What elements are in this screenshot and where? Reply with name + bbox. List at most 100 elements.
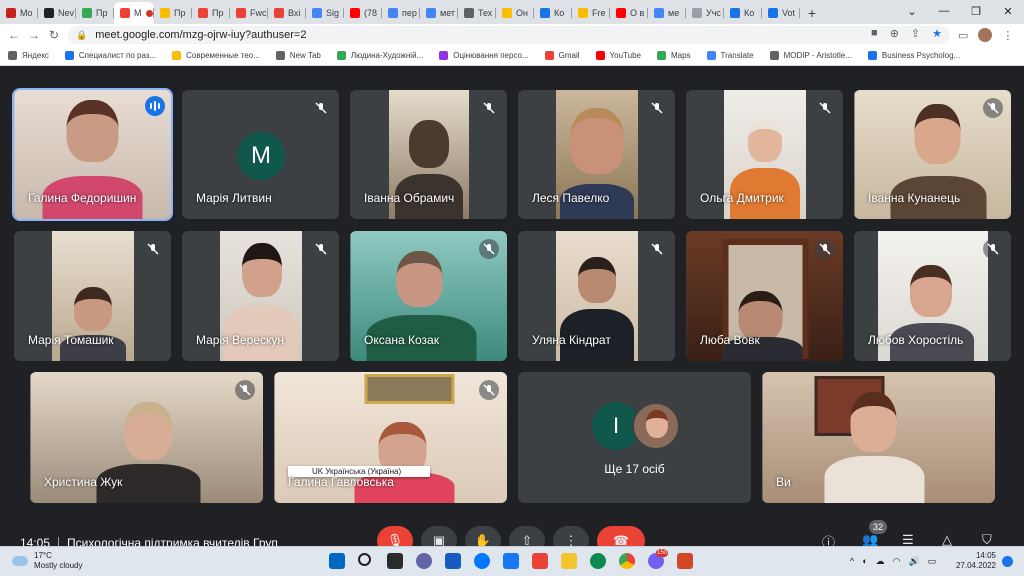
participant-tile[interactable]: Галина Федоришин bbox=[12, 88, 173, 221]
cloud-icon bbox=[12, 556, 28, 566]
browser-tab[interactable]: ме bbox=[648, 2, 686, 24]
browser-tab[interactable]: Vot bbox=[762, 2, 800, 24]
wifi-icon[interactable]: ◠ bbox=[893, 556, 901, 567]
bookmark-item[interactable]: Современные тео... bbox=[172, 51, 260, 60]
teams-icon[interactable] bbox=[416, 553, 432, 569]
participant-tile[interactable]: Марія Верескун bbox=[182, 231, 339, 361]
favicon-icon bbox=[654, 8, 664, 18]
url-field[interactable]: 🔒 meet.google.com/mzg-ojrw-iuy?authuser=… bbox=[68, 26, 950, 44]
browser-tab[interactable]: Пр bbox=[192, 2, 230, 24]
tab-label: Вхі bbox=[288, 8, 301, 18]
participant-tile[interactable]: Леся Павелко bbox=[518, 90, 675, 219]
zoom-icon[interactable]: ⊕ bbox=[890, 27, 899, 40]
close-window-icon[interactable]: ✕ bbox=[992, 0, 1024, 22]
browser-tab[interactable]: Fwc bbox=[230, 2, 268, 24]
lock-icon[interactable]: 🔒 bbox=[76, 30, 87, 41]
bookmark-item[interactable]: Business Psycholog... bbox=[867, 51, 960, 60]
minimize-icon[interactable]: — bbox=[928, 0, 960, 22]
browser-tab[interactable]: Mo bbox=[0, 2, 38, 24]
word-icon[interactable] bbox=[445, 553, 461, 569]
share-icon[interactable]: ⇪ bbox=[911, 27, 920, 40]
windows-taskbar: 17°C Mostly cloudy 150 ^ ◐ ☁ ◠ 🔊 ▭ 14:05… bbox=[0, 546, 1024, 576]
browser-tab[interactable]: Пр bbox=[154, 2, 192, 24]
browser-tab[interactable]: Sig bbox=[306, 2, 344, 24]
participant-tile[interactable]: Оксана Козак bbox=[350, 231, 507, 361]
messenger-icon[interactable] bbox=[474, 553, 490, 569]
participant-tile[interactable]: Люба Вовк bbox=[686, 231, 843, 361]
reload-icon[interactable]: ↻ bbox=[44, 25, 64, 45]
browser-tab[interactable]: Ко bbox=[534, 2, 572, 24]
browser-tab[interactable]: Учс bbox=[686, 2, 724, 24]
browser-tab[interactable]: (78 bbox=[344, 2, 382, 24]
browser-tab[interactable]: M bbox=[114, 2, 154, 24]
file-explorer-icon[interactable] bbox=[561, 553, 577, 569]
tab-label: Он bbox=[516, 8, 528, 18]
gmail-icon[interactable] bbox=[532, 553, 548, 569]
chevron-up-icon[interactable]: ^ bbox=[850, 556, 854, 567]
bookmark-item[interactable]: Специалист по раз... bbox=[64, 51, 156, 60]
powerpoint-icon[interactable] bbox=[677, 553, 693, 569]
participant-tile[interactable]: Іванна Обрамич bbox=[350, 90, 507, 219]
browser-tab[interactable]: Вхі bbox=[268, 2, 306, 24]
new-tab-button[interactable]: + bbox=[800, 2, 824, 24]
browser-tab[interactable]: Тех bbox=[458, 2, 496, 24]
bookmark-item[interactable]: Людина-Художній... bbox=[336, 51, 423, 60]
volume-icon[interactable]: 🔊 bbox=[909, 556, 920, 567]
bookmark-item[interactable]: Яндекс bbox=[8, 51, 49, 60]
tab-label: Ко bbox=[554, 8, 565, 18]
browser-tab[interactable]: Fre bbox=[572, 2, 610, 24]
favicon-icon bbox=[6, 8, 16, 18]
self-tile[interactable]: Ви bbox=[762, 372, 995, 503]
browser-tab[interactable]: мет bbox=[420, 2, 458, 24]
profile-avatar[interactable] bbox=[978, 28, 993, 42]
back-icon[interactable]: ← bbox=[4, 25, 24, 45]
camera-icon[interactable]: ■ bbox=[871, 27, 878, 40]
windows-start-icon[interactable] bbox=[329, 553, 345, 569]
facebook-icon[interactable] bbox=[503, 553, 519, 569]
participant-name: Галина Федоришин bbox=[28, 191, 137, 205]
meet-video-grid: Галина Федоришин M Марія Литвин Іванна О… bbox=[0, 67, 1024, 543]
bookmark-item[interactable]: MODIP - Aristotle... bbox=[769, 51, 852, 60]
bookmark-item[interactable]: Translate bbox=[706, 51, 754, 60]
browser-tab[interactable]: О в bbox=[610, 2, 648, 24]
bookmark-item[interactable]: Gmail bbox=[544, 51, 580, 60]
restore-icon[interactable]: ❐ bbox=[960, 0, 992, 22]
participant-tile[interactable]: Іванна Кунанець bbox=[854, 90, 1011, 219]
edge-icon[interactable] bbox=[590, 553, 606, 569]
browser-tab[interactable]: Nev bbox=[38, 2, 76, 24]
meet-tray-icon[interactable]: ◐ bbox=[862, 556, 867, 567]
bookmark-label: Maps bbox=[670, 51, 691, 60]
participant-tile[interactable]: Любов Хоростіль bbox=[854, 231, 1011, 361]
participant-tile[interactable]: Христина Жук bbox=[30, 372, 263, 503]
sidepanel-icon[interactable]: ▭ bbox=[958, 29, 968, 42]
bookmark-item[interactable]: Maps bbox=[656, 51, 691, 60]
search-icon[interactable] bbox=[358, 553, 371, 566]
menu-icon[interactable]: ⋮ bbox=[1002, 29, 1013, 42]
chrome-icon[interactable] bbox=[619, 553, 635, 569]
browser-tab[interactable]: Ко bbox=[724, 2, 762, 24]
participant-tile[interactable]: Марія Томашик bbox=[14, 231, 171, 361]
weather-widget[interactable]: 17°C Mostly cloudy bbox=[12, 551, 82, 571]
taskbar-clock[interactable]: 14:05 27.04.2022 bbox=[950, 551, 996, 571]
participant-tile[interactable]: UK Українська (Україна) Галина Гавловськ… bbox=[274, 372, 507, 503]
tab-search-icon[interactable]: ⌄ bbox=[896, 0, 928, 22]
onedrive-icon[interactable]: ☁ bbox=[876, 556, 885, 567]
bookmark-star-icon[interactable]: ★ bbox=[932, 27, 942, 40]
bookmark-item[interactable]: New Tab bbox=[275, 51, 321, 60]
more-participants-tile[interactable]: I Ще 17 осіб bbox=[518, 372, 751, 503]
participant-tile[interactable]: M Марія Литвин bbox=[182, 90, 339, 219]
browser-tab[interactable]: Он bbox=[496, 2, 534, 24]
browser-tab[interactable]: Пр bbox=[76, 2, 114, 24]
participant-tile[interactable]: Ольга Дмитрик bbox=[686, 90, 843, 219]
browser-tab[interactable]: пер bbox=[382, 2, 420, 24]
mic-off-icon bbox=[479, 380, 499, 400]
battery-icon[interactable]: ▭ bbox=[928, 556, 937, 567]
participant-tile[interactable]: Уляна Кіндрат bbox=[518, 231, 675, 361]
task-view-icon[interactable] bbox=[387, 553, 403, 569]
bookmark-item[interactable]: YouTube bbox=[595, 51, 641, 60]
notification-icon[interactable] bbox=[1002, 556, 1013, 567]
forward-icon[interactable]: → bbox=[24, 25, 44, 45]
favicon-icon bbox=[236, 8, 246, 18]
favicon-icon bbox=[82, 8, 92, 18]
bookmark-item[interactable]: Оцінювання персо... bbox=[439, 51, 529, 60]
